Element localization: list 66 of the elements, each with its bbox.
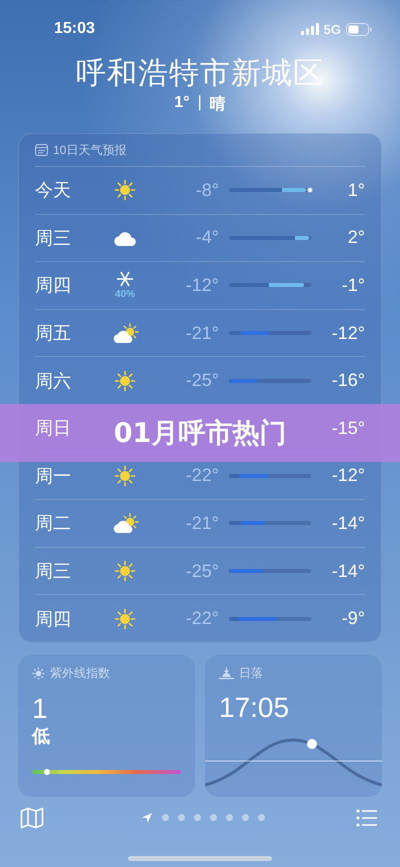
list-button[interactable]: [354, 806, 380, 829]
sun-icon: [114, 179, 136, 202]
card-title: 日落: [239, 664, 263, 682]
day-label: 周四: [35, 274, 72, 298]
page-dot[interactable]: [242, 814, 249, 822]
separator: |: [198, 94, 202, 113]
sun-icon: [114, 464, 136, 487]
low-temperature: -25°: [184, 370, 219, 392]
low-temperature: -22°: [184, 608, 219, 630]
page-dot[interactable]: [162, 814, 169, 822]
low-temperature: -4°: [194, 227, 219, 248]
day-label: 周一: [35, 464, 72, 488]
page-dot[interactable]: [194, 814, 201, 822]
low-temperature: -21°: [184, 512, 219, 534]
day-label: 周四: [35, 608, 72, 631]
sun-icon: [32, 666, 45, 680]
day-label: 周二: [35, 512, 72, 536]
sun-icon: [114, 608, 136, 630]
partly-cloudy-icon: [112, 322, 138, 344]
uv-level-label: 低: [32, 724, 51, 748]
high-temperature: -1°: [340, 274, 365, 296]
low-temperature: -21°: [184, 322, 219, 344]
day-label: 周三: [35, 560, 72, 584]
card-title: 紫外线指数: [50, 664, 110, 682]
city-name: 呼和浩特市新城区: [76, 56, 324, 92]
sunset-icon: [219, 666, 234, 680]
current-temperature: 1°: [174, 94, 190, 113]
day-label: 周六: [35, 370, 72, 393]
sun-icon: [114, 370, 136, 392]
page-dot[interactable]: [258, 814, 265, 822]
day-label: 周日: [35, 417, 72, 440]
low-temperature: -25°: [184, 560, 219, 582]
partly-cloudy-icon: [112, 512, 138, 534]
uv-value: 1: [32, 694, 49, 724]
banner-title: 01月呼市热门: [114, 417, 286, 451]
signal-icon: [300, 23, 319, 35]
network-label: 5G: [324, 22, 341, 36]
calendar-icon: [35, 144, 48, 156]
day-label: 周三: [35, 226, 72, 250]
day-label: 今天: [35, 179, 72, 202]
status-time: 15:03: [54, 20, 95, 38]
page-dot[interactable]: [226, 814, 233, 822]
weather-condition: 晴: [210, 94, 226, 115]
sunset-time: 17:05: [219, 692, 290, 724]
sun-icon: [114, 560, 136, 582]
page-dot[interactable]: [210, 814, 217, 822]
snowflake-icon: [116, 270, 134, 288]
low-temperature: -12°: [184, 274, 219, 296]
low-temperature: -8°: [194, 180, 219, 201]
high-temperature: -12°: [330, 465, 365, 486]
low-temperature: -22°: [184, 465, 219, 486]
high-temperature: -14°: [330, 512, 365, 534]
day-label: 周五: [35, 322, 72, 346]
high-temperature: 2°: [346, 227, 365, 248]
high-temperature: -9°: [340, 608, 365, 630]
map-button[interactable]: [18, 804, 46, 831]
battery-icon: [346, 22, 372, 36]
high-temperature: -12°: [330, 322, 365, 344]
high-temperature: -15°: [330, 418, 365, 439]
high-temperature: -14°: [330, 560, 365, 582]
high-temperature: 1°: [346, 180, 365, 201]
page-dot[interactable]: [178, 814, 185, 822]
precipitation-chance: 40%: [114, 289, 135, 300]
section-title: 10日天气预报: [53, 142, 126, 158]
high-temperature: -16°: [330, 370, 365, 392]
location-arrow-icon[interactable]: [141, 812, 153, 824]
